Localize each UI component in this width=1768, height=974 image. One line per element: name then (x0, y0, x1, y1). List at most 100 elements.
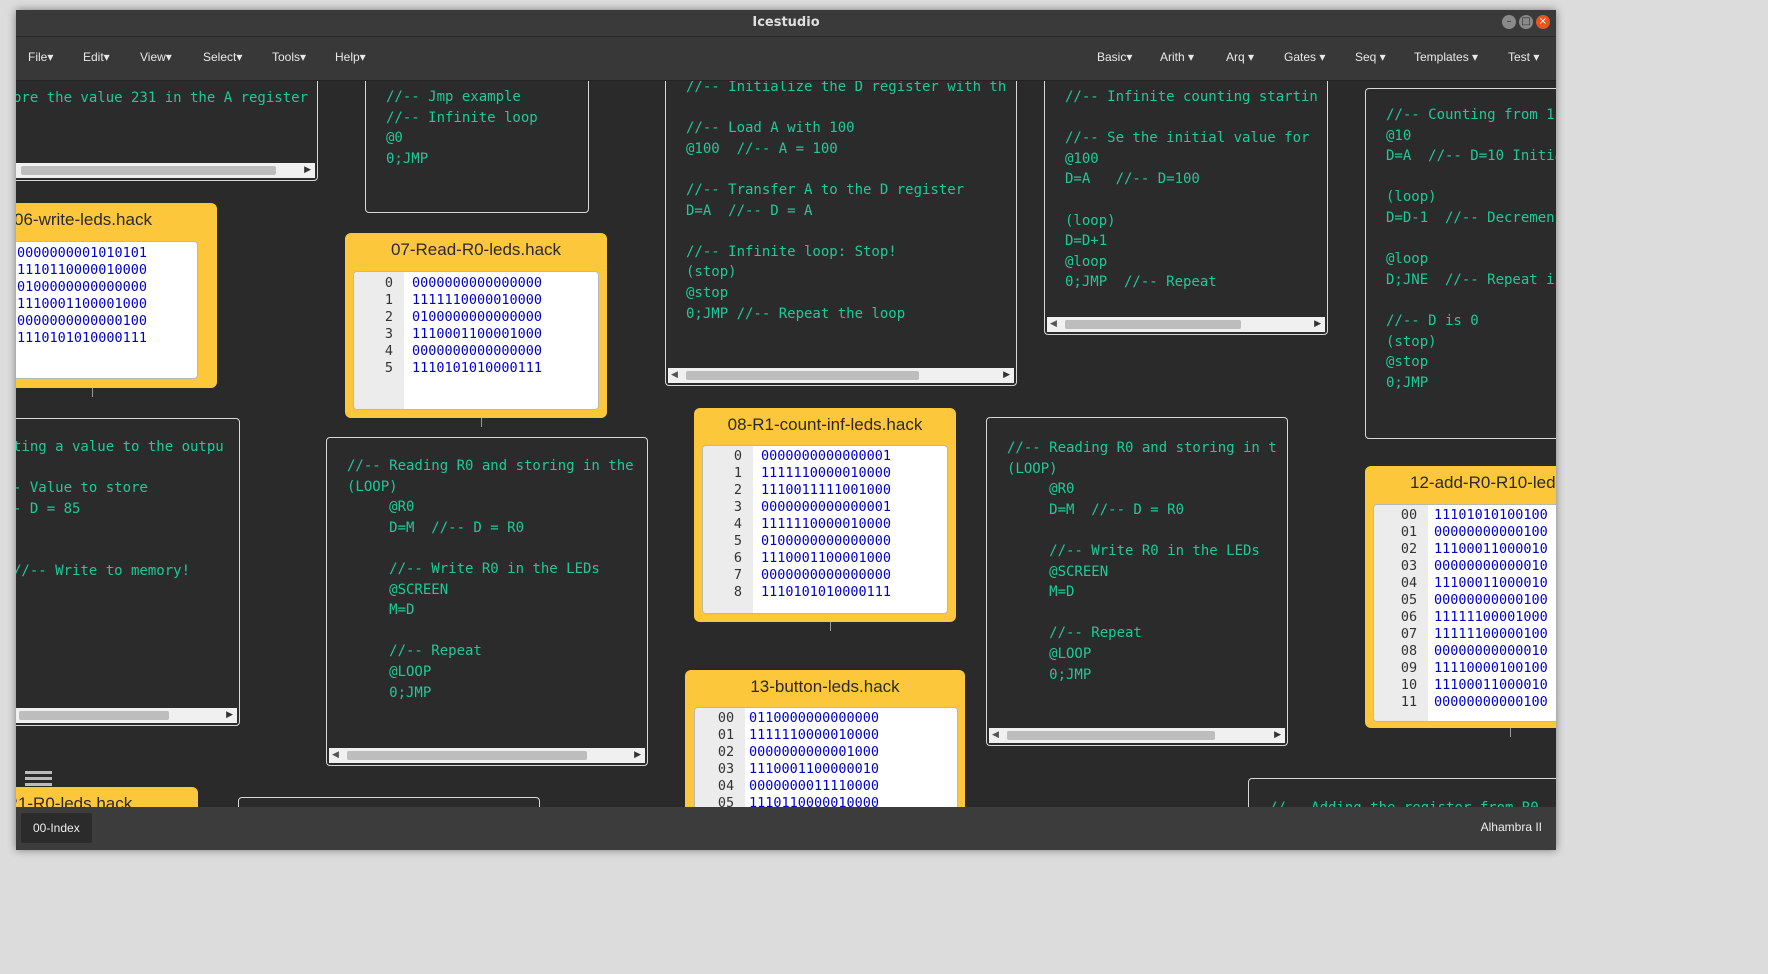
horizontal-scrollbar[interactable]: ◀ ▶ (668, 368, 1014, 383)
memory-value: 1111110000010000 (749, 727, 880, 743)
code-block-counting-from[interactable]: //-- Counting from 1 @10 D=A //-- D=10 I… (1365, 88, 1556, 439)
menu-help[interactable]: Help▾ (335, 50, 366, 64)
menu-arith[interactable]: Arith ▾ (1160, 50, 1194, 64)
memory-value: 11100011000010 (1434, 541, 1548, 557)
menu-tools[interactable]: Tools▾ (272, 50, 306, 64)
output-port[interactable] (92, 388, 93, 397)
maximize-icon[interactable]: □ (1519, 15, 1533, 29)
scroll-right-icon[interactable]: ▶ (1003, 370, 1010, 380)
memory-value: 0000000000000001 (761, 448, 892, 464)
output-port[interactable] (481, 418, 482, 427)
memory-row: 7 0000000000000000 (723, 567, 891, 584)
code-block-init-d-register[interactable]: //-- Initialize the D register with th /… (665, 81, 1017, 386)
output-port[interactable] (1510, 728, 1511, 737)
scrollbar-thumb[interactable] (347, 751, 587, 760)
memory-value: 00000000000010 (1434, 643, 1548, 659)
menu-select[interactable]: Select▾ (203, 50, 242, 64)
menu-arq[interactable]: Arq ▾ (1226, 50, 1254, 64)
memory-row: 1 1111110000010000 (723, 465, 891, 482)
memory-value: 11111100001000 (1434, 609, 1548, 625)
menu-seq[interactable]: Seq ▾ (1355, 50, 1386, 64)
menu-test[interactable]: Test ▾ (1508, 50, 1539, 64)
breadcrumb-tab-index[interactable]: 00-Index (21, 813, 92, 843)
memory-row: 0100000000000000 (17, 279, 147, 296)
close-icon[interactable]: × (1536, 15, 1550, 29)
title-bar[interactable]: Icestudio – □ × (16, 10, 1556, 37)
horizontal-scrollbar[interactable]: ▶ (16, 708, 237, 723)
memory-value: 11100011000010 (1434, 575, 1548, 591)
memory-row: 07 11111100000100 (1392, 626, 1548, 643)
minimize-icon[interactable]: – (1502, 15, 1516, 29)
code-block-reading-r0-2[interactable]: //-- Reading R0 and storing in t (LOOP) … (986, 417, 1288, 746)
menu-gates[interactable]: Gates ▾ (1284, 50, 1325, 64)
memory-row: 2 0100000000000000 (374, 309, 542, 326)
hack-block-title: 07-Read-R0-leds.hack (390, 240, 562, 259)
memory-address: 5 (384, 360, 394, 376)
scrollbar-thumb[interactable] (21, 166, 276, 175)
hack-block-12-add-r0-r10-leds[interactable]: 12-add-R0-R10-led 00 11101010100100 01 0000… (1365, 466, 1556, 728)
menu-templates[interactable]: Templates ▾ (1414, 50, 1478, 64)
scrollbar-thumb[interactable] (686, 371, 919, 380)
memory-table: 00 0110000000000000 01 1111110000010000 02 00… (694, 707, 958, 807)
scrollbar-thumb[interactable] (1065, 320, 1241, 329)
memory-row: 0 0000000000000000 (374, 275, 542, 292)
memory-address: 02 (717, 744, 735, 760)
code-block-jmp-example[interactable]: //-- Jmp example //-- Infinite loop @0 0… (365, 81, 589, 213)
memory-value: 0100000000000000 (17, 279, 148, 295)
menu-edit[interactable]: Edit▾ (83, 50, 110, 64)
horizontal-scrollbar[interactable]: ▶ (16, 163, 315, 178)
memory-value: 0000000011110000 (749, 778, 880, 794)
code-block-reading-r0[interactable]: //-- Reading R0 and storing in the (LOOP… (326, 437, 648, 766)
hack-block-08-r1-count-inf-leds[interactable]: 08-R1-count-inf-leds.hack 0 0000000000000… (694, 408, 956, 622)
horizontal-scrollbar[interactable]: ◀ ▶ (1047, 317, 1325, 332)
memory-row: 4 0000000000000000 (374, 343, 542, 360)
code-text: //-- Counting from 1 @10 D=A //-- D=10 I… (1386, 107, 1556, 391)
scroll-left-icon[interactable]: ◀ (1050, 319, 1057, 329)
memory-row: 09 11110000100100 (1392, 660, 1548, 677)
hack-block-07-read-r0-leds[interactable]: 07-Read-R0-leds.hack 0 0000000000000000 1 1… (345, 233, 607, 418)
horizontal-scrollbar[interactable]: ◀ ▶ (989, 728, 1285, 743)
code-block-partial[interactable] (238, 797, 540, 807)
hack-block-06-write-leds[interactable]: 06-write-leds.hack 0000000001010101 11101… (16, 203, 217, 388)
menu-basic[interactable]: Basic▾ (1097, 50, 1132, 64)
code-block-infinite-counting[interactable]: //-- Infinite counting startin //-- Se t… (1044, 81, 1328, 335)
scroll-right-icon[interactable]: ▶ (226, 710, 233, 720)
memory-address: 00 (717, 710, 735, 726)
menu-view[interactable]: View▾ (140, 50, 172, 64)
scroll-left-icon[interactable]: ◀ (332, 750, 339, 760)
code-block-store-231[interactable]: ore the value 231 in the A register ▶ (16, 81, 318, 181)
design-canvas[interactable]: ore the value 231 in the A register ▶ //… (16, 81, 1556, 807)
scroll-right-icon[interactable]: ▶ (304, 165, 311, 175)
memory-value: 0110000000000000 (749, 710, 880, 726)
memory-address: 4 (384, 343, 394, 359)
scrollbar-thumb[interactable] (19, 711, 169, 720)
scroll-right-icon[interactable]: ▶ (1314, 319, 1321, 329)
memory-row: 1 1111110000010000 (374, 292, 542, 309)
window-title: Icestudio (752, 15, 820, 30)
code-block-adding-register[interactable]: //-- Adding the register from R0 (1248, 778, 1556, 807)
memory-row: 0000000000000100 (17, 313, 147, 330)
scroll-left-icon[interactable]: ◀ (992, 730, 999, 740)
scroll-right-icon[interactable]: ▶ (1274, 730, 1281, 740)
horizontal-scrollbar[interactable]: ◀ ▶ (329, 748, 645, 763)
memory-value: 0100000000000000 (761, 533, 892, 549)
memory-row: 03 00000000000010 (1392, 558, 1548, 575)
board-name[interactable]: Alhambra II (1481, 820, 1542, 834)
memory-value: 11111100000100 (1434, 626, 1548, 642)
memory-address: 04 (717, 778, 735, 794)
memory-value: 1110101010000111 (412, 360, 543, 376)
scrollbar-thumb[interactable] (1007, 731, 1215, 740)
code-block-write-output[interactable]: ting a value to the outpu - Value to sto… (16, 418, 240, 726)
memory-row: 01 1111110000010000 (711, 727, 879, 744)
hamburger-menu-icon[interactable] (25, 771, 52, 791)
memory-value: 1110001100000010 (749, 761, 880, 777)
output-port[interactable] (830, 622, 831, 631)
memory-row: 00 0110000000000000 (711, 710, 879, 727)
menu-file[interactable]: File▾ (28, 50, 53, 64)
hack-block-13-button-leds[interactable]: 13-button-leds.hack 00 0110000000000000 01… (685, 670, 965, 807)
scroll-right-icon[interactable]: ▶ (634, 750, 641, 760)
memory-row: 8 1110101010000111 (723, 584, 891, 601)
memory-address: 03 (1400, 558, 1418, 574)
scroll-left-icon[interactable]: ◀ (671, 370, 678, 380)
memory-address: 0 (733, 448, 743, 464)
